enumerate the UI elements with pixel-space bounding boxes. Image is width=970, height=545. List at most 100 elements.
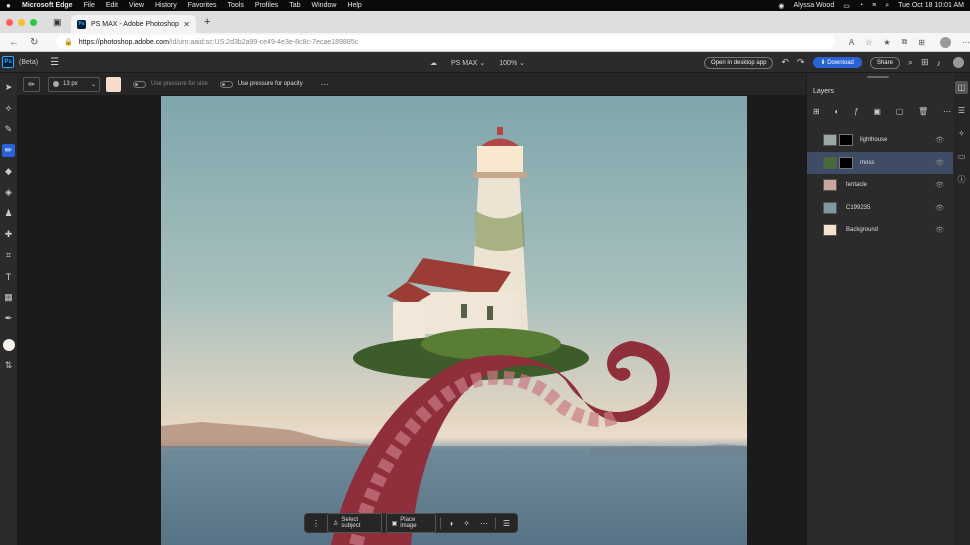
url-field[interactable]: 🔒 https://photoshop.adobe.com /id/urn:aa… [55, 35, 835, 49]
back-arrow-icon[interactable]: ← [9, 37, 21, 48]
generative-fill-icon[interactable]: ✧ [460, 519, 473, 528]
lock-icon[interactable]: 🔒 [64, 38, 73, 46]
layer-mask-thumbnail[interactable] [839, 156, 853, 169]
photoshop-logo-icon[interactable]: Ps [2, 56, 14, 68]
swap-colors-icon[interactable]: ⇅ [2, 359, 15, 372]
notifications-bell-icon[interactable]: ♪ [937, 58, 942, 68]
refresh-icon[interactable]: ↻ [30, 37, 42, 48]
user-avatar[interactable] [953, 57, 964, 68]
profile-avatar[interactable] [940, 36, 951, 48]
menu-app-name[interactable]: Microsoft Edge [22, 2, 73, 9]
mask-icon[interactable]: ▣ [873, 107, 881, 116]
browser-tab-active[interactable]: Ps PS MAX - Adobe Photoshop ✕ [71, 15, 196, 33]
layers-panel-icon[interactable]: ◫ [955, 81, 968, 94]
visibility-eye-icon[interactable]: 👁 [935, 159, 944, 167]
cloud-icon[interactable]: ☁ [430, 59, 437, 67]
select-subject-button[interactable]: ♙ Select subject [327, 513, 382, 533]
apps-grid-icon[interactable]: ⊞ [921, 57, 929, 68]
eraser-tool-icon[interactable]: ◆ [2, 165, 15, 178]
wifi-icon[interactable]: ◔ [859, 2, 863, 9]
layer-background[interactable]: Background 👁 [807, 219, 954, 242]
layer-tentacle[interactable]: tentacle 👁 [807, 174, 954, 197]
menu-help[interactable]: Help [347, 2, 361, 9]
extensions-icon[interactable]: ⊞ [918, 38, 925, 47]
brush-color-swatch[interactable] [106, 76, 121, 92]
layer-lighthouse[interactable]: lighthouse 👁 [807, 129, 954, 152]
search-icon[interactable]: ⌕ [908, 57, 913, 68]
close-window-button[interactable] [6, 18, 13, 26]
hamburger-menu-icon[interactable]: ☰ [50, 57, 59, 68]
paint-bucket-tool-icon[interactable]: ◈ [2, 186, 15, 199]
apple-icon[interactable]: ● [6, 1, 14, 10]
settings-sliders-icon[interactable]: ☰ [500, 519, 513, 528]
tab-actions-icon[interactable]: ▣ [53, 17, 63, 27]
panel-grip[interactable] [867, 76, 889, 78]
download-button[interactable]: ⬇ Download [812, 57, 862, 68]
visibility-eye-icon[interactable]: 👁 [935, 226, 944, 234]
generative-panel-icon[interactable]: ✧ [955, 127, 968, 140]
crop-tool-icon[interactable]: ⌗ [2, 249, 15, 262]
layer-moss[interactable]: moss 👁 [807, 151, 954, 174]
menu-view[interactable]: View [129, 2, 144, 9]
fx-icon[interactable]: ƒ [854, 107, 858, 116]
trash-icon[interactable]: 🗑 [918, 107, 928, 116]
eyedropper-tool-icon[interactable]: ✒ [2, 312, 15, 325]
add-layer-icon[interactable]: ⊞ [813, 107, 820, 116]
undo-icon[interactable]: ↶ [781, 57, 789, 68]
maximize-window-button[interactable] [30, 18, 37, 26]
menu-tools[interactable]: Tools [228, 2, 244, 9]
collections-icon[interactable]: ⧉ [902, 37, 908, 47]
search-icon[interactable]: ⌕ [885, 2, 889, 10]
redo-icon[interactable]: ↷ [797, 57, 805, 68]
menu-favorites[interactable]: Favorites [188, 2, 217, 9]
more-icon[interactable]: ⋯ [943, 107, 951, 116]
menu-edit[interactable]: Edit [106, 2, 118, 9]
document-name-dropdown[interactable]: PS MAX ⌄ [451, 59, 485, 67]
menu-file[interactable]: File [84, 2, 95, 9]
canvas-area[interactable] [17, 95, 806, 545]
control-center-icon[interactable]: ≡ [872, 2, 876, 9]
brush-tool-icon[interactable]: ✏ [2, 144, 15, 157]
foreground-color-swatch[interactable] [2, 339, 15, 351]
layer-c199235[interactable]: C199235 👁 [807, 197, 954, 220]
adjustment-icon[interactable]: ◑ [445, 519, 456, 528]
visibility-eye-icon[interactable]: 👁 [935, 204, 944, 212]
layer-mask-thumbnail[interactable] [839, 134, 853, 147]
more-menu-icon[interactable]: ⋯ [962, 38, 970, 47]
clone-stamp-tool-icon[interactable]: ♟ [2, 207, 15, 220]
adjustment-layer-icon[interactable]: ◐ [834, 107, 839, 116]
menu-profiles[interactable]: Profiles [255, 2, 278, 9]
favorite-star-icon[interactable]: ☆ [865, 38, 872, 47]
new-tab-button[interactable]: + [204, 16, 210, 28]
lasso-tool-icon[interactable]: ⟡ [2, 102, 15, 115]
healing-tool-icon[interactable]: ✚ [2, 228, 15, 241]
menu-window[interactable]: Window [312, 2, 337, 9]
more-options-button[interactable]: ··· [321, 80, 329, 89]
visibility-eye-icon[interactable]: 👁 [935, 181, 944, 189]
comments-panel-icon[interactable]: ▭ [955, 150, 968, 163]
menu-history[interactable]: History [155, 2, 177, 9]
type-tool-icon[interactable]: T [2, 270, 15, 283]
read-aloud-icon[interactable]: A [849, 38, 854, 47]
pressure-opacity-toggle[interactable] [219, 80, 233, 88]
drag-handle-icon[interactable]: ⋮ [309, 519, 323, 528]
favorites-icon[interactable]: ★ [883, 38, 890, 47]
menu-user-name[interactable]: Alyssa Wood [794, 2, 835, 9]
open-desktop-app-button[interactable]: Open in desktop app [704, 56, 774, 69]
place-image-button[interactable]: ▣ Place image [385, 513, 437, 533]
close-tab-icon[interactable]: ✕ [183, 20, 190, 29]
shape-tool-icon[interactable]: ▦ [2, 291, 15, 304]
brush-size-dropdown[interactable]: 13 px ⌄ [48, 76, 100, 92]
pressure-size-toggle[interactable] [133, 80, 146, 88]
move-tool-icon[interactable]: ➤ [2, 81, 15, 94]
info-panel-icon[interactable]: ⓘ [955, 173, 968, 186]
quick-select-tool-icon[interactable]: ✎ [2, 123, 15, 136]
menu-tab[interactable]: Tab [289, 2, 300, 9]
more-options-icon[interactable]: ⋯ [477, 519, 491, 528]
adjustments-panel-icon[interactable]: ☰ [955, 104, 968, 117]
document-canvas[interactable] [161, 96, 747, 545]
minimize-window-button[interactable] [18, 18, 25, 26]
menu-datetime[interactable]: Tue Oct 18 10:01 AM [898, 2, 964, 9]
brush-preset-button[interactable]: ✏ [23, 76, 40, 92]
status-app-icon[interactable]: ◉ [778, 2, 784, 10]
